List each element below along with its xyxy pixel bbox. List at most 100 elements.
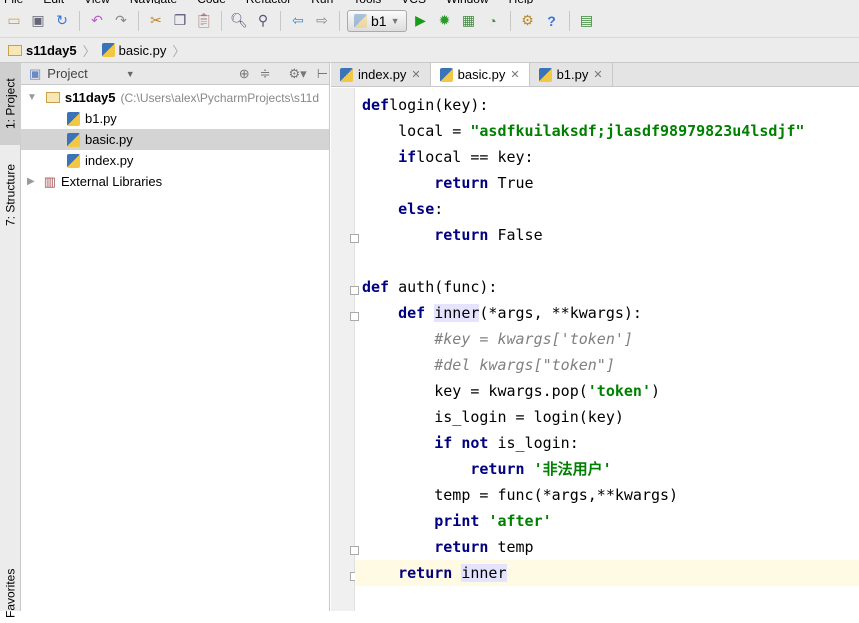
code-token: is_login = login(key) xyxy=(362,408,624,426)
debug-icon[interactable]: ✹ xyxy=(435,11,455,31)
hide-panel-icon[interactable]: ⊢ xyxy=(317,66,328,82)
redo-icon[interactable]: ↷ xyxy=(111,11,131,31)
sync-icon[interactable]: ↻ xyxy=(52,11,72,31)
code-line: return inner xyxy=(355,560,859,586)
code-token: if not xyxy=(434,434,489,452)
back-icon[interactable]: ⇦ xyxy=(288,11,308,31)
expand-arrow-icon[interactable]: ▶ xyxy=(27,176,35,187)
tab-label: index.py xyxy=(358,67,407,82)
run-icon[interactable]: ▶ xyxy=(411,11,431,31)
collapse-all-icon[interactable]: ≑ xyxy=(260,66,271,82)
chevron-down-icon[interactable]: ▼ xyxy=(126,69,135,79)
tab-favorites[interactable]: Favorites xyxy=(0,563,21,623)
fold-icon[interactable] xyxy=(350,286,359,295)
code-token: login(key): xyxy=(389,96,489,114)
code-line: return temp xyxy=(362,534,859,560)
tree-file[interactable]: index.py xyxy=(21,150,329,171)
code-token: local = xyxy=(362,122,471,140)
expand-arrow-icon[interactable]: ▼ xyxy=(27,92,37,103)
open-icon[interactable]: ▭ xyxy=(4,11,24,31)
project-panel: ▣ Project ▼ ⊕ ≑ ⚙▾ ⊢ ▼ s11day5 (C:\Users… xyxy=(21,63,330,611)
fold-icon[interactable] xyxy=(350,546,359,555)
editor-gutter xyxy=(331,88,355,611)
save-icon[interactable]: ▣ xyxy=(28,11,48,31)
forward-icon[interactable]: ⇨ xyxy=(312,11,332,31)
tab-structure[interactable]: 7: Structure xyxy=(0,151,21,239)
separator xyxy=(280,10,281,31)
sdk-icon[interactable]: ▤ xyxy=(577,11,597,31)
code-token: return xyxy=(434,226,489,244)
tab-label: basic.py xyxy=(457,67,506,82)
find-icon[interactable]: 🔍︎ xyxy=(229,11,249,31)
code-line: key = kwargs.pop('token') xyxy=(362,378,859,404)
help-icon[interactable]: ? xyxy=(542,11,562,31)
code-token: False xyxy=(488,226,543,244)
copy-icon[interactable]: ❐ xyxy=(170,11,190,31)
locate-icon[interactable]: ⊕ xyxy=(239,66,250,82)
python-icon xyxy=(354,13,367,28)
code-token: temp xyxy=(488,538,534,556)
breadcrumb-project[interactable]: s11day5 xyxy=(8,43,77,58)
project-view-select[interactable]: Project xyxy=(47,66,87,81)
code-token: 'token' xyxy=(587,382,651,400)
run-config-select[interactable]: b1 ▼ xyxy=(347,9,407,32)
paste-icon[interactable]: 📋︎ xyxy=(194,11,214,31)
fold-icon[interactable] xyxy=(350,312,359,321)
close-icon[interactable]: ✕ xyxy=(411,68,420,81)
breadcrumb-file[interactable]: basic.py xyxy=(101,43,166,58)
tab-favorites-label: Favorites xyxy=(3,568,18,618)
code-token: ) xyxy=(651,382,661,400)
code-token: print xyxy=(434,512,480,530)
close-icon[interactable]: ✕ xyxy=(510,68,519,81)
replace-icon[interactable]: ⚲ xyxy=(253,11,273,31)
python-file-icon xyxy=(101,43,115,57)
fold-icon[interactable] xyxy=(350,234,359,243)
code-token: else xyxy=(398,200,435,218)
chevron-right-icon: 〉 xyxy=(82,43,96,59)
code-line: iflocal == key: xyxy=(362,144,859,170)
python-file-icon xyxy=(439,67,453,82)
tree-file[interactable]: b1.py xyxy=(21,108,329,129)
profile-icon[interactable]: ◔ xyxy=(483,11,503,31)
code-token: def xyxy=(362,278,390,296)
tab-project[interactable]: 1: Project xyxy=(0,63,21,145)
code-token: 'after' xyxy=(488,512,552,530)
cut-icon[interactable]: ✂ xyxy=(146,11,166,31)
tab-structure-label: 7: Structure xyxy=(3,163,18,227)
code-line: return True xyxy=(362,170,859,196)
separator xyxy=(568,10,570,31)
close-icon[interactable]: ✕ xyxy=(593,68,602,81)
separator xyxy=(79,10,80,31)
tree-external-libraries[interactable]: ▶ ▥ External Libraries xyxy=(21,171,329,192)
code-token: True xyxy=(488,174,534,192)
undo-icon[interactable]: ↶ xyxy=(87,11,107,31)
code-token: return xyxy=(434,538,489,556)
code-token: if xyxy=(398,148,417,166)
tree-file[interactable]: basic.py xyxy=(21,129,329,150)
editor-tabs: index.py ✕ basic.py ✕ b1.py ✕ xyxy=(331,63,859,87)
tab-b1-py[interactable]: b1.py ✕ xyxy=(530,63,613,86)
code-token: return xyxy=(470,460,525,478)
run-config-label: b1 xyxy=(371,12,387,29)
gear-icon[interactable]: ⚙▾ xyxy=(289,66,307,82)
project-panel-header: ▣ Project ▼ ⊕ ≑ ⚙▾ ⊢ xyxy=(21,63,329,85)
tree-root[interactable]: ▼ s11day5 (C:\Users\alex\PycharmProjects… xyxy=(21,87,329,108)
file-label: basic.py xyxy=(85,132,133,147)
tab-basic-py[interactable]: basic.py ✕ xyxy=(430,63,530,86)
settings-icon[interactable]: ⚙ xyxy=(518,11,538,31)
python-file-icon xyxy=(538,67,552,82)
code-editor[interactable]: deflogin(key): local = "asdfkuilaksdf;jl… xyxy=(331,88,859,611)
chevron-right-icon: 〉 xyxy=(172,43,186,59)
coverage-icon[interactable]: ▦ xyxy=(459,11,479,31)
code-token: local == key: xyxy=(416,148,534,166)
file-label: b1.py xyxy=(85,111,117,126)
code-token: inner xyxy=(434,304,480,322)
tab-index-py[interactable]: index.py ✕ xyxy=(331,63,431,86)
